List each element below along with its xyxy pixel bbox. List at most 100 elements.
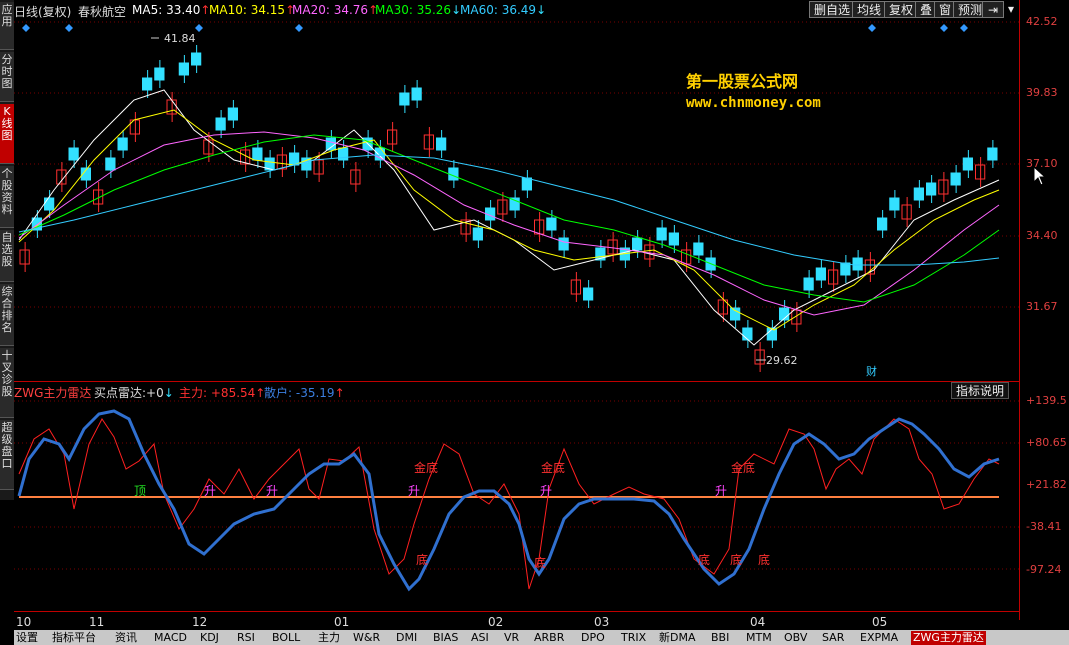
mouse-cursor-icon <box>1033 166 1047 186</box>
tab-news[interactable]: 资讯 <box>115 631 137 645</box>
candle-body <box>521 177 532 191</box>
indicator-axis-label: +21.82 <box>1026 478 1067 491</box>
date-tick: 10 <box>16 615 32 629</box>
sidebar-item-orderbook[interactable]: 超级盘口 <box>0 420 14 490</box>
tab-new-dma[interactable]: 新DMA <box>659 631 696 645</box>
candle-body <box>117 137 128 151</box>
ma20-legend: MA20: 34.76↑ <box>292 3 379 17</box>
candle-body <box>289 152 300 166</box>
tab-wr[interactable]: W&R <box>353 631 380 645</box>
ma-line <box>18 131 1000 316</box>
candle-body <box>191 52 202 66</box>
watermark-title: 第一股票公式网 <box>686 72 799 91</box>
candle-body <box>987 147 998 161</box>
tab-asi[interactable]: ASI <box>471 631 489 645</box>
sidebar-item-app[interactable]: 应用 <box>0 2 14 50</box>
indicator-header: ZWG主力雷达 买点雷达:+0↓ 主力: +85.54↑ 散户: -35.19↑… <box>14 381 1019 400</box>
sidebar-item-intraday[interactable]: 分时图 <box>0 52 14 102</box>
candle-body <box>178 62 189 76</box>
candle-body <box>730 307 741 321</box>
signal-gold-bottom-label: 金底 <box>541 460 565 475</box>
candle-body <box>962 157 973 171</box>
date-tick: 02 <box>488 615 504 629</box>
indicator-axis-label: +139.5 <box>1026 394 1067 407</box>
candle-body <box>436 137 447 151</box>
tab-sar[interactable]: SAR <box>822 631 844 645</box>
tab-macd[interactable]: MACD <box>154 631 187 645</box>
tab-obv[interactable]: OBV <box>784 631 807 645</box>
candle-body <box>44 197 55 211</box>
date-axis: 10 11 12 01 02 03 04 05 <box>14 611 1019 631</box>
tab-boll[interactable]: BOLL <box>272 631 300 645</box>
candle-body <box>803 277 814 291</box>
tab-bbi[interactable]: BBI <box>711 631 729 645</box>
candle-body <box>154 67 165 81</box>
tab-settings[interactable]: 设置 <box>16 631 38 645</box>
tab-vr[interactable]: VR <box>504 631 519 645</box>
tab-mtm[interactable]: MTM <box>746 631 772 645</box>
ma10-legend: MA10: 34.15↑ <box>209 3 296 17</box>
candle-body <box>105 157 116 171</box>
candle-body <box>815 267 826 281</box>
candle-body <box>252 147 263 161</box>
tab-dmi[interactable]: DMI <box>396 631 417 645</box>
tab-rsi[interactable]: RSI <box>237 631 255 645</box>
dropdown-icon[interactable]: ▾ <box>1004 1 1018 18</box>
tab-zwg-radar[interactable]: ZWG主力雷达 <box>911 631 986 645</box>
tab-kdj[interactable]: KDJ <box>200 631 219 645</box>
price-axis-label: 42.52 <box>1026 15 1058 28</box>
ma-line <box>18 134 1000 303</box>
high-price-label: 41.84 <box>164 32 196 45</box>
sidebar-item-profile[interactable]: 个股资料 <box>0 166 14 228</box>
candle-body <box>632 237 643 251</box>
ma-line <box>18 154 1000 266</box>
price-axis-label: 39.83 <box>1026 86 1058 99</box>
restore-button[interactable]: 复权 <box>884 1 919 18</box>
tab-main-force[interactable]: 主力 <box>318 631 340 645</box>
period-label[interactable]: 日线(复权) <box>14 3 71 20</box>
candle-body <box>852 257 863 271</box>
candle-body <box>877 217 888 231</box>
signal-top-label: 顶 <box>134 484 146 498</box>
sidebar-item-diagnose[interactable]: 十叉诊股 <box>0 348 14 418</box>
tab-trix[interactable]: TRIX <box>621 631 646 645</box>
candle-body <box>583 287 594 301</box>
candle-body <box>926 182 937 196</box>
tab-bias[interactable]: BIAS <box>433 631 458 645</box>
candle-body <box>889 197 900 211</box>
date-tick: 05 <box>872 615 888 629</box>
expand-icon[interactable]: ⇥ <box>982 1 1004 18</box>
ma5-legend: MA5: 33.40↑ <box>132 3 211 17</box>
candle-body <box>68 147 79 161</box>
avg-line-button[interactable]: 均线 <box>852 1 887 18</box>
tab-expma[interactable]: EXPMA <box>860 631 898 645</box>
candle-body <box>227 107 238 121</box>
price-axis-label: 31.67 <box>1026 300 1058 313</box>
tab-indicator-platform[interactable]: 指标平台 <box>52 631 96 645</box>
sidebar-item-watchlist[interactable]: 自选股 <box>0 230 14 282</box>
date-tick: 12 <box>192 615 208 629</box>
signal-gold-bottom-label: 金底 <box>414 460 438 475</box>
ma60-legend: MA60: 36.49↓ <box>460 3 547 17</box>
kline-chart[interactable]: 41.84 29.62 财 <box>14 20 1019 380</box>
tab-arbr[interactable]: ARBR <box>534 631 564 645</box>
tab-dpo[interactable]: DPO <box>581 631 605 645</box>
finance-mark[interactable]: 财 <box>866 364 877 378</box>
sidebar-item-ranking[interactable]: 综合排名 <box>0 284 14 346</box>
indicator-chart[interactable]: 顶 升 升 升 升 升 金底 金底 金底 底 底 底 底 底 <box>14 399 1019 611</box>
stock-name: 春秋航空 <box>78 5 127 19</box>
date-tick: 01 <box>334 615 350 629</box>
candle-body <box>558 237 569 251</box>
candle-body <box>693 242 704 256</box>
date-tick: 04 <box>750 615 766 629</box>
sidebar-item-kline[interactable]: K线图 <box>0 104 14 164</box>
indicator-help-button[interactable]: 指标说明 <box>951 382 1010 399</box>
candle-body <box>546 217 557 231</box>
delete-watch-button[interactable]: 删自选 <box>809 1 856 18</box>
candle-body <box>472 227 483 241</box>
candle-body <box>325 137 336 151</box>
ma30-legend: MA30: 35.26↓ <box>375 3 462 17</box>
signal-rise-label: 升 <box>204 484 216 498</box>
candle-body <box>142 77 153 91</box>
candle-body <box>656 227 667 241</box>
